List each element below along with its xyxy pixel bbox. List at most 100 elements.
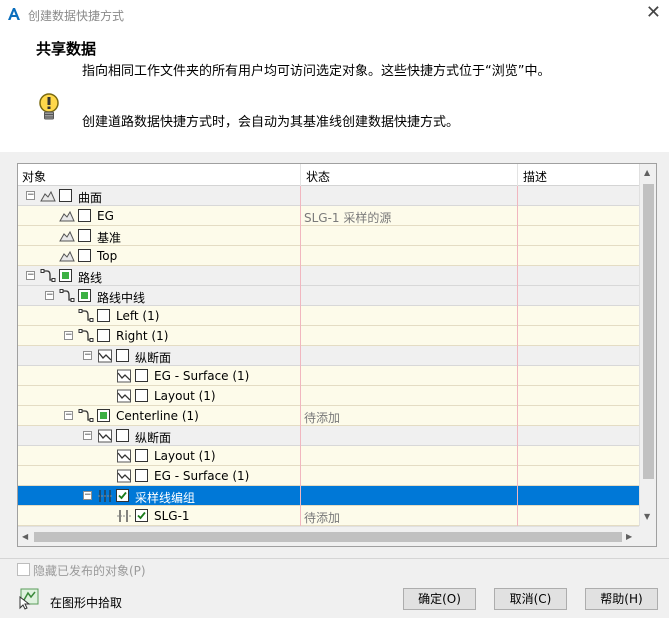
tree-row[interactable]: − 纵断面 bbox=[18, 426, 639, 446]
row-checkbox[interactable] bbox=[135, 469, 148, 482]
tree-row[interactable]: Layout (1) bbox=[18, 386, 639, 406]
row-checkbox[interactable] bbox=[78, 249, 91, 262]
profile-icon bbox=[116, 388, 132, 404]
row-checkbox[interactable] bbox=[97, 329, 110, 342]
sample-line-group-icon bbox=[97, 488, 113, 504]
column-header-description[interactable]: 描述 bbox=[523, 168, 547, 185]
tree-row[interactable]: − 路线中线 bbox=[18, 286, 639, 306]
row-label: EG - Surface (1) bbox=[154, 469, 250, 483]
scroll-right-arrow-icon[interactable]: ▶ bbox=[626, 532, 632, 541]
row-label: EG - Surface (1) bbox=[154, 369, 250, 383]
row-checkbox[interactable] bbox=[135, 509, 148, 522]
tree-row[interactable]: EG - Surface (1) bbox=[18, 466, 639, 486]
column-header-status[interactable]: 状态 bbox=[306, 168, 330, 185]
info-header: 共享数据 指向相同工作文件夹的所有用户均可访问选定对象。这些快捷方式位于“浏览”… bbox=[0, 30, 669, 152]
description-column-line bbox=[517, 186, 518, 526]
row-checkbox[interactable] bbox=[59, 269, 72, 282]
row-checkbox[interactable] bbox=[97, 409, 110, 422]
row-label: 曲面 bbox=[78, 191, 103, 205]
row-checkbox[interactable] bbox=[116, 489, 129, 502]
scroll-up-arrow-icon[interactable]: ▲ bbox=[644, 168, 650, 177]
title-bar: 创建数据快捷方式 ✕ bbox=[0, 0, 669, 30]
row-label: Left (1) bbox=[116, 309, 160, 323]
collapse-toggle-icon[interactable]: − bbox=[64, 411, 73, 420]
row-label: EG bbox=[97, 209, 114, 223]
column-divider[interactable] bbox=[300, 164, 301, 186]
scroll-left-arrow-icon[interactable]: ◀ bbox=[22, 532, 28, 541]
row-label: 基准 bbox=[97, 231, 122, 245]
horizontal-scroll-thumb[interactable] bbox=[34, 532, 622, 542]
tree-row[interactable]: − Centerline (1) 待添加 bbox=[18, 406, 639, 426]
tree-row[interactable]: Top bbox=[18, 246, 639, 266]
lightbulb-icon bbox=[39, 93, 59, 120]
row-checkbox[interactable] bbox=[135, 389, 148, 402]
surface-icon bbox=[59, 248, 75, 264]
row-label: Centerline (1) bbox=[116, 409, 199, 423]
column-header-object[interactable]: 对象 bbox=[22, 168, 46, 185]
scroll-down-arrow-icon[interactable]: ▼ bbox=[644, 512, 650, 521]
row-label: 路线中线 bbox=[97, 291, 146, 305]
hide-published-label: 隐藏已发布的对象(P) bbox=[33, 564, 146, 578]
vertical-scroll-thumb[interactable] bbox=[643, 184, 654, 479]
footer-divider bbox=[0, 558, 669, 559]
tree-row[interactable]: − 采样线编组 bbox=[18, 486, 639, 506]
row-label: 纵断面 bbox=[135, 431, 172, 445]
vertical-scrollbar[interactable]: ▲ ▼ bbox=[639, 164, 656, 526]
horizontal-scrollbar[interactable]: ◀ ▶ bbox=[18, 526, 639, 546]
row-checkbox[interactable] bbox=[78, 229, 91, 242]
row-label: 路线 bbox=[78, 271, 103, 285]
alignment-icon bbox=[78, 308, 94, 324]
row-checkbox[interactable] bbox=[116, 349, 129, 362]
scroll-corner bbox=[639, 526, 656, 546]
row-status: SLG-1 采样的源 bbox=[304, 211, 392, 225]
tree-row[interactable]: EG SLG-1 采样的源 bbox=[18, 206, 639, 226]
tree-row[interactable]: − 曲面 bbox=[18, 186, 639, 206]
row-label: Right (1) bbox=[116, 329, 169, 343]
row-checkbox[interactable] bbox=[78, 209, 91, 222]
tree-row[interactable]: − Right (1) bbox=[18, 326, 639, 346]
surface-icon bbox=[59, 208, 75, 224]
collapse-toggle-icon[interactable]: − bbox=[26, 271, 35, 280]
row-label: 采样线编组 bbox=[135, 491, 196, 505]
row-checkbox[interactable] bbox=[135, 449, 148, 462]
row-checkbox[interactable] bbox=[116, 429, 129, 442]
civil3d-app-icon bbox=[6, 6, 22, 22]
collapse-toggle-icon[interactable]: − bbox=[83, 491, 92, 500]
pick-in-drawing-icon[interactable] bbox=[18, 588, 40, 610]
ok-button[interactable]: 确定(O) bbox=[403, 588, 476, 610]
tree-row[interactable]: Left (1) bbox=[18, 306, 639, 326]
alignment-icon bbox=[78, 328, 94, 344]
help-button[interactable]: 帮助(H) bbox=[585, 588, 658, 610]
description-text-1: 指向相同工作文件夹的所有用户均可访问选定对象。这些快捷方式位于“浏览”中。 bbox=[82, 64, 551, 79]
tree-row[interactable]: Layout (1) bbox=[18, 446, 639, 466]
tree-rows: − 曲面 EG SLG-1 采样的源基准 Top − 路线 − 路线中线 Left (1) − Rig… bbox=[18, 186, 639, 526]
collapse-toggle-icon[interactable]: − bbox=[83, 431, 92, 440]
row-checkbox[interactable] bbox=[59, 189, 72, 202]
close-button[interactable]: ✕ bbox=[646, 3, 661, 23]
window-title: 创建数据快捷方式 bbox=[28, 9, 125, 23]
collapse-toggle-icon[interactable]: − bbox=[45, 291, 54, 300]
row-label: Layout (1) bbox=[154, 449, 216, 463]
profile-icon bbox=[116, 368, 132, 384]
row-checkbox[interactable] bbox=[78, 289, 91, 302]
cancel-button[interactable]: 取消(C) bbox=[494, 588, 567, 610]
tree-row[interactable]: − 路线 bbox=[18, 266, 639, 286]
surface-icon bbox=[59, 228, 75, 244]
collapse-toggle-icon[interactable]: − bbox=[83, 351, 92, 360]
data-tree-view[interactable]: 对象 状态 描述 − 曲面 EG SLG-1 采样的源基准 Top − 路线 − 路线中线 Lef… bbox=[17, 163, 657, 547]
row-checkbox[interactable] bbox=[97, 309, 110, 322]
hide-published-checkbox[interactable] bbox=[17, 563, 30, 576]
tree-row[interactable]: − 纵断面 bbox=[18, 346, 639, 366]
collapse-toggle-icon[interactable]: − bbox=[26, 191, 35, 200]
alignment-icon bbox=[59, 288, 75, 304]
row-label: 纵断面 bbox=[135, 351, 172, 365]
column-divider[interactable] bbox=[517, 164, 518, 186]
tree-row[interactable]: SLG-1 待添加 bbox=[18, 506, 639, 526]
row-checkbox[interactable] bbox=[135, 369, 148, 382]
pick-in-drawing-label: 在图形中拾取 bbox=[50, 596, 123, 610]
tree-row[interactable]: EG - Surface (1) bbox=[18, 366, 639, 386]
row-status: 待添加 bbox=[304, 411, 341, 425]
tree-row[interactable]: 基准 bbox=[18, 226, 639, 246]
row-label: SLG-1 bbox=[154, 509, 190, 523]
collapse-toggle-icon[interactable]: − bbox=[64, 331, 73, 340]
